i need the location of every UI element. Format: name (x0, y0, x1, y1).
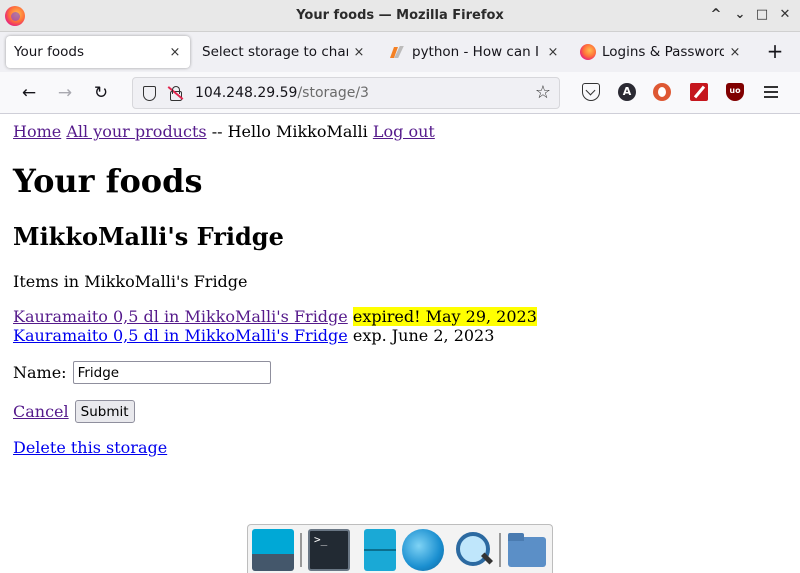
tab-label: Your foods (14, 44, 84, 60)
delete-storage-link[interactable]: Delete this storage (13, 438, 167, 457)
url-path: /storage/3 (297, 85, 369, 101)
submit-button[interactable]: Submit (74, 400, 135, 423)
name-form-row: Name: (13, 361, 271, 384)
tab-select-storage[interactable]: Select storage to change × (194, 36, 374, 68)
tracking-protection-shield-icon[interactable] (141, 85, 157, 101)
tab-strip: Your foods × Select storage to change × … (0, 32, 800, 72)
desktop-icon[interactable] (252, 529, 294, 571)
pen-extension-icon[interactable] (690, 83, 708, 101)
page-content: Home All your products -- Hello MikkoMal… (0, 115, 800, 573)
window-shade-button[interactable]: ^ (708, 7, 724, 23)
url-bar[interactable]: 104.248.29.59/storage/3 ☆ (132, 77, 560, 109)
dock-separator (300, 533, 302, 567)
bookmark-star-icon[interactable]: ☆ (533, 83, 553, 103)
navigation-toolbar: ← → ↻ 104.248.29.59/storage/3 ☆ A uo (0, 72, 800, 114)
account-icon[interactable]: A (618, 83, 636, 101)
url-host: 104.248.29.59 (195, 85, 298, 101)
tab-label: python - How can I (412, 44, 539, 60)
new-tab-button[interactable]: + (764, 40, 786, 62)
all-products-link[interactable]: All your products (66, 122, 206, 141)
storage-title: MikkoMalli's Fridge (13, 222, 284, 251)
items-heading: Items in MikkoMalli's Fridge (13, 272, 248, 291)
terminal-icon[interactable] (308, 529, 350, 571)
insecure-lock-icon[interactable] (167, 85, 184, 101)
greeting-text: -- Hello MikkoMalli (211, 122, 368, 141)
tab-your-foods[interactable]: Your foods × (6, 36, 190, 68)
taskbar-dock (247, 524, 553, 573)
form-actions: Cancel Submit (13, 400, 135, 423)
forward-button[interactable]: → (54, 82, 76, 104)
pocket-icon[interactable] (582, 83, 600, 101)
folder-icon[interactable] (506, 529, 548, 571)
window-close-button[interactable]: ✕ (777, 7, 793, 23)
url-text[interactable]: 104.248.29.59/storage/3 (195, 85, 369, 101)
web-browser-icon[interactable] (402, 529, 444, 571)
tab-close-icon[interactable]: × (168, 45, 182, 60)
stackoverflow-icon (390, 44, 406, 60)
item-link[interactable]: Kauramaito 0,5 dl in MikkoMalli's Fridge (13, 307, 348, 326)
tab-label: Select storage to change (202, 44, 348, 60)
window-minimize-button[interactable]: ⌄ (732, 7, 748, 23)
name-label: Name: (13, 363, 67, 382)
ublock-origin-icon[interactable]: uo (726, 83, 744, 101)
name-input[interactable] (72, 361, 271, 384)
expired-status-badge: expired! May 29, 2023 (352, 307, 537, 326)
logout-link[interactable]: Log out (373, 122, 435, 141)
window-titlebar: Your foods — Mozilla Firefox ^ ⌄ □ ✕ (0, 0, 800, 32)
back-button[interactable]: ← (18, 82, 40, 104)
window-title: Your foods — Mozilla Firefox (296, 8, 504, 23)
tab-label: Logins & Passwords (602, 44, 724, 60)
tab-close-icon[interactable]: × (546, 45, 560, 60)
list-item: Kauramaito 0,5 dl in MikkoMalli's Fridge… (13, 326, 494, 345)
hamburger-menu-icon[interactable] (762, 83, 780, 101)
file-cabinet-icon[interactable] (364, 529, 396, 571)
search-tool-icon[interactable] (452, 529, 494, 571)
firefox-icon (580, 44, 596, 60)
duckduckgo-icon[interactable] (653, 83, 671, 101)
item-link[interactable]: Kauramaito 0,5 dl in MikkoMalli's Fridge (13, 326, 348, 345)
dock-separator (499, 533, 501, 567)
list-item: Kauramaito 0,5 dl in MikkoMalli's Fridge… (13, 307, 537, 326)
cancel-link[interactable]: Cancel (13, 402, 69, 421)
tab-close-icon[interactable]: × (352, 45, 366, 60)
tab-logins-passwords[interactable]: Logins & Passwords × (572, 36, 750, 68)
window-maximize-button[interactable]: □ (754, 7, 770, 23)
tab-python-question[interactable]: python - How can I × (382, 36, 568, 68)
delete-row: Delete this storage (13, 438, 167, 457)
top-nav: Home All your products -- Hello MikkoMal… (13, 122, 435, 141)
tab-close-icon[interactable]: × (728, 45, 742, 60)
home-link[interactable]: Home (13, 122, 61, 141)
reload-button[interactable]: ↻ (90, 82, 112, 104)
page-title: Your foods (13, 162, 203, 200)
expiry-status: exp. June 2, 2023 (352, 326, 495, 345)
